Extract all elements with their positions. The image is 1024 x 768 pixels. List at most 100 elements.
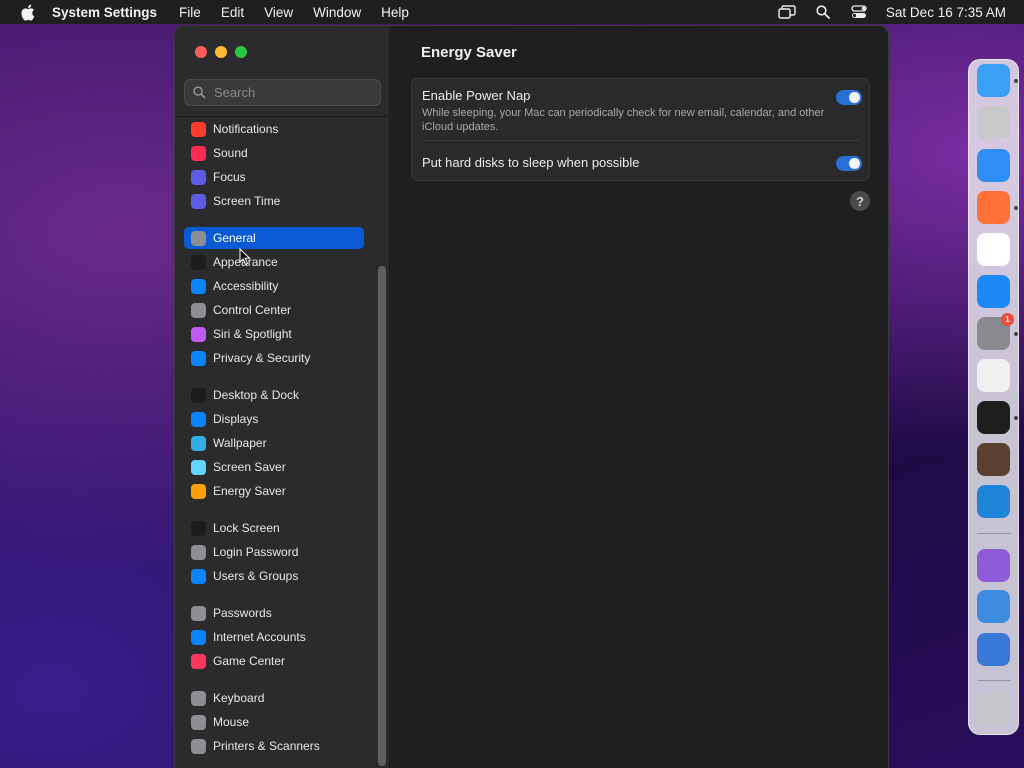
- disk-sleep-row: Put hard disks to sleep when possible: [422, 155, 862, 171]
- bell-icon: [191, 121, 206, 137]
- wallpaper-icon: [191, 435, 206, 451]
- control-center-icon[interactable]: [850, 4, 868, 20]
- power-nap-toggle[interactable]: [836, 90, 862, 105]
- sidebar-item-displays[interactable]: Displays: [184, 408, 364, 430]
- sidebar-item-privacy-security[interactable]: Privacy & Security: [184, 347, 364, 369]
- sidebar-scrollbar[interactable]: [378, 266, 386, 766]
- weather-icon[interactable]: [977, 590, 1010, 623]
- finder-icon[interactable]: [977, 64, 1010, 97]
- menu-bar-clock[interactable]: Sat Dec 16 7:35 AM: [886, 5, 1006, 20]
- sidebar-item-label: Internet Accounts: [213, 630, 306, 644]
- sidebar-item-accessibility[interactable]: Accessibility: [184, 275, 364, 297]
- spotlight-search-icon[interactable]: [814, 4, 832, 20]
- accessibility-icon: [191, 278, 206, 294]
- sidebar-item-passwords[interactable]: Passwords: [184, 602, 364, 624]
- at-icon: [191, 629, 206, 645]
- sidebar-item-label: Login Password: [213, 545, 299, 559]
- page-title: Energy Saver: [421, 44, 517, 61]
- sidebar-item-label: Displays: [213, 412, 259, 426]
- sidebar-item-focus[interactable]: Focus: [184, 166, 364, 188]
- visual-studio-icon[interactable]: [977, 549, 1010, 582]
- search-input[interactable]: [214, 85, 374, 100]
- sidebar-item-label: Keyboard: [213, 691, 265, 705]
- key-icon: [191, 544, 206, 560]
- chromium-icon[interactable]: [977, 633, 1010, 666]
- help-button[interactable]: ?: [850, 191, 870, 211]
- sidebar-item-label: Notifications: [213, 122, 279, 136]
- sidebar-item-screen-saver[interactable]: Screen Saver: [184, 456, 364, 478]
- sidebar-item-label: Screen Time: [213, 194, 281, 208]
- apple-menu-icon[interactable]: [18, 3, 36, 21]
- screen-mirroring-icon[interactable]: [778, 4, 796, 20]
- menu-file[interactable]: File: [179, 5, 201, 20]
- sidebar-item-notifications[interactable]: Notifications: [184, 118, 364, 140]
- siri-icon: [191, 326, 206, 342]
- gear-icon: [191, 230, 206, 246]
- moon-icon: [191, 169, 206, 185]
- sidebar-item-appearance[interactable]: Appearance: [184, 251, 364, 273]
- sidebar-item-game-center[interactable]: Game Center: [184, 650, 364, 672]
- safari-icon[interactable]: [977, 149, 1010, 182]
- sidebar-item-label: General: [213, 231, 256, 245]
- terminal-icon[interactable]: [977, 401, 1010, 434]
- system-settings-icon[interactable]: 1: [977, 313, 1014, 350]
- sidebar-item-sound[interactable]: Sound: [184, 142, 364, 164]
- vscode-icon[interactable]: [977, 485, 1010, 518]
- menu-view[interactable]: View: [264, 5, 293, 20]
- disk-sleep-label: Put hard disks to sleep when possible: [422, 155, 640, 170]
- dock: 1: [968, 59, 1019, 735]
- dock-separator: [977, 680, 1011, 681]
- textedit-icon[interactable]: [977, 359, 1010, 392]
- sidebar-item-label: Accessibility: [213, 279, 279, 293]
- sidebar-item-energy-saver[interactable]: Energy Saver: [184, 480, 364, 502]
- menu-window[interactable]: Window: [313, 5, 361, 20]
- menu-edit[interactable]: Edit: [221, 5, 244, 20]
- sidebar-item-label: Energy Saver: [213, 484, 286, 498]
- trash-icon[interactable]: [977, 693, 1010, 726]
- sidebar-item-wallpaper[interactable]: Wallpaper: [184, 432, 364, 454]
- sidebar-item-lock-screen[interactable]: Lock Screen: [184, 517, 364, 539]
- running-indicator: [1014, 206, 1018, 210]
- sidebar-item-label: Passwords: [213, 606, 272, 620]
- sidebar-item-label: Siri & Spotlight: [213, 327, 292, 341]
- zoom-window-button[interactable]: [235, 46, 247, 58]
- minimize-window-button[interactable]: [215, 46, 227, 58]
- garageband-icon[interactable]: [977, 443, 1010, 476]
- hand-icon: [191, 350, 206, 366]
- sidebar-item-label: Printers & Scanners: [213, 739, 320, 753]
- sidebar-item-siri-spotlight[interactable]: Siri & Spotlight: [184, 323, 364, 345]
- sidebar-item-label: Wallpaper: [213, 436, 267, 450]
- game-center-icon: [191, 653, 206, 669]
- menu-help[interactable]: Help: [381, 5, 409, 20]
- search-field[interactable]: [184, 79, 381, 106]
- screensaver-icon: [191, 459, 206, 475]
- dock-separator: [977, 533, 1011, 534]
- disk-sleep-toggle[interactable]: [836, 156, 862, 171]
- settings-window: Notifications Sound Focus Screen Time Genera…: [174, 25, 889, 768]
- bulb-icon: [191, 483, 206, 499]
- sidebar-item-label: Users & Groups: [213, 569, 299, 583]
- sidebar-item-desktop-dock[interactable]: Desktop & Dock: [184, 384, 364, 406]
- sidebar-item-general[interactable]: General: [184, 227, 364, 249]
- power-nap-label: Enable Power Nap: [422, 88, 531, 103]
- sidebar-item-label: Game Center: [213, 654, 286, 668]
- close-window-button[interactable]: [195, 46, 207, 58]
- chrome-icon[interactable]: [977, 233, 1010, 266]
- sidebar-item-login-password[interactable]: Login Password: [184, 541, 364, 563]
- sun-icon: [191, 411, 206, 427]
- sidebar-item-users-groups[interactable]: Users & Groups: [184, 565, 364, 587]
- sidebar-item-mouse[interactable]: Mouse: [184, 711, 364, 733]
- app-store-icon[interactable]: [977, 275, 1010, 308]
- sidebar-item-screen-time[interactable]: Screen Time: [184, 190, 364, 212]
- content-pane: Energy Saver Enable Power Nap While slee…: [391, 26, 888, 768]
- power-nap-description: While sleeping, your Mac can periodicall…: [422, 107, 825, 133]
- menu-app-name[interactable]: System Settings: [52, 5, 157, 20]
- sidebar-item-keyboard[interactable]: Keyboard: [184, 687, 364, 709]
- sidebar-item-internet-accounts[interactable]: Internet Accounts: [184, 626, 364, 648]
- launchpad-icon[interactable]: [977, 106, 1010, 139]
- sidebar-item-label: Control Center: [213, 303, 292, 317]
- sidebar-item-control-center[interactable]: Control Center: [184, 299, 364, 321]
- firefox-icon[interactable]: [977, 191, 1010, 224]
- hourglass-icon: [191, 193, 206, 209]
- sidebar-item-printers-scanners[interactable]: Printers & Scanners: [184, 735, 364, 757]
